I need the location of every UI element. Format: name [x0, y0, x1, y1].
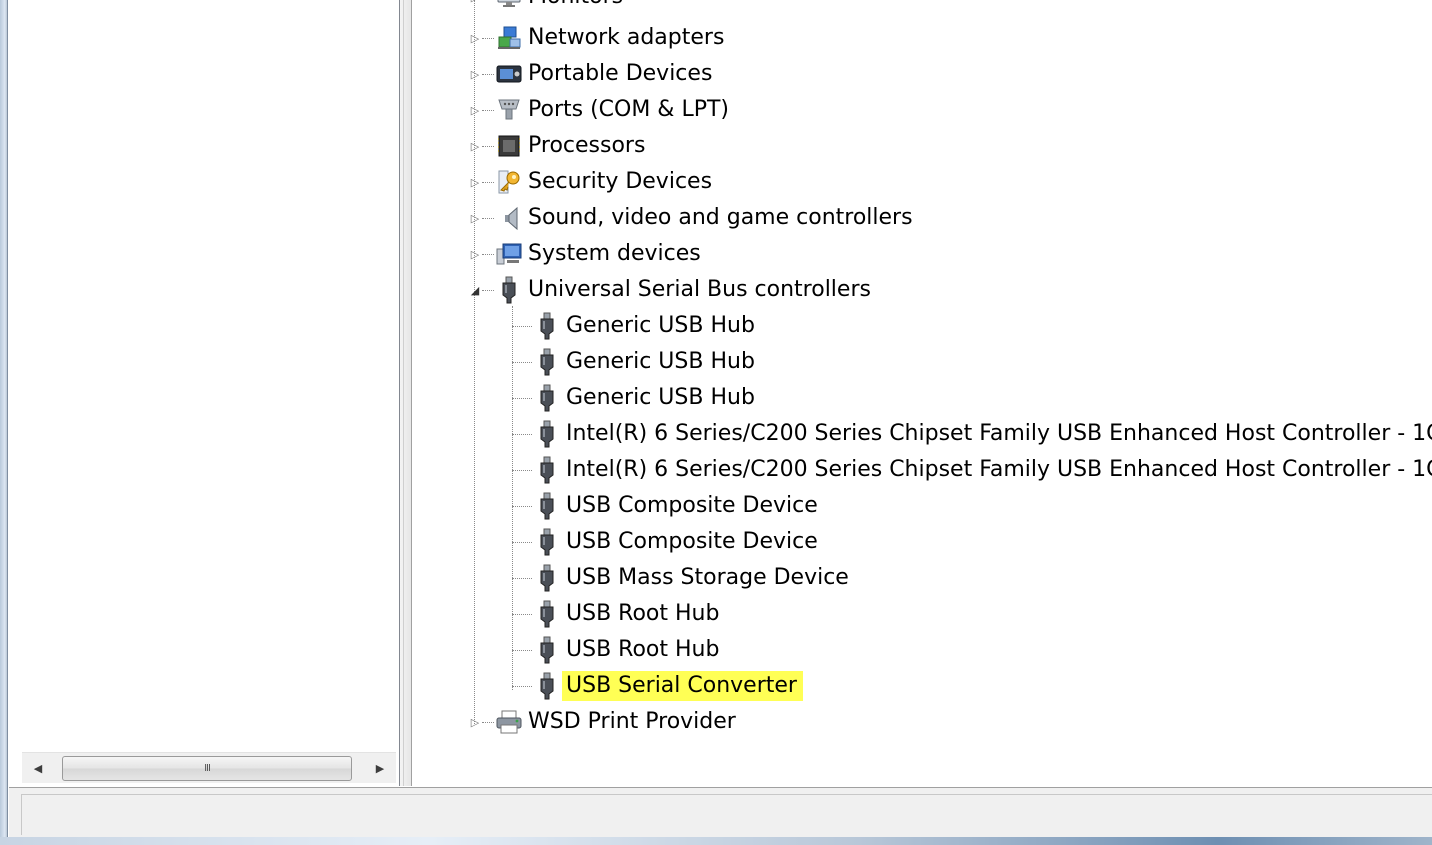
usb-plug-icon — [532, 563, 562, 593]
usb-plug-icon — [532, 311, 562, 341]
tree-item-ports[interactable]: ▷ Ports (COM & LPT) — [468, 93, 735, 127]
expand-arrow-icon[interactable]: ▷ — [468, 31, 482, 45]
usb-plug-icon — [532, 491, 562, 521]
horizontal-scrollbar[interactable]: ◀ III ▶ — [22, 752, 396, 783]
expand-arrow-icon[interactable]: ▷ — [468, 175, 482, 189]
usb-plug-icon — [532, 527, 562, 557]
usb-device-item[interactable]: USB Composite Device — [512, 489, 824, 523]
tree-item-usb-controllers[interactable]: ◢ Universal Serial Bus controllers — [468, 273, 877, 307]
usb-plug-icon — [494, 275, 524, 305]
expand-arrow-icon[interactable]: ▷ — [468, 247, 482, 261]
usb-device-item[interactable]: Generic USB Hub — [512, 345, 761, 379]
tree-item-monitors[interactable]: ▷ Monitors — [468, 0, 629, 14]
expand-arrow-icon[interactable]: ▷ — [468, 0, 482, 4]
printer-icon — [494, 707, 524, 737]
console-tree-pane[interactable] — [9, 0, 400, 786]
tree-item-label: Ports (COM & LPT) — [528, 97, 729, 122]
usb-device-item[interactable]: USB Root Hub — [512, 633, 725, 667]
processor-icon — [494, 131, 524, 161]
window-frame-bottom — [0, 837, 1432, 845]
device-tree[interactable]: ▷ Monitors ▷ Network adapters ▷ Portable… — [412, 0, 1432, 786]
tree-item-label: Monitors — [524, 0, 629, 12]
usb-device-item[interactable]: Intel(R) 6 Series/C200 Series Chipset Fa… — [512, 417, 1432, 451]
usb-plug-icon — [532, 671, 562, 701]
usb-plug-icon — [532, 419, 562, 449]
expand-arrow-icon[interactable]: ▷ — [468, 211, 482, 225]
usb-device-label: USB Composite Device — [566, 529, 818, 554]
port-icon — [494, 95, 524, 125]
portable-device-icon — [494, 59, 524, 89]
scroll-thumb[interactable]: III — [62, 756, 352, 781]
usb-device-item[interactable]: Generic USB Hub — [512, 381, 761, 415]
window-frame-left — [0, 0, 8, 845]
usb-device-label: Intel(R) 6 Series/C200 Series Chipset Fa… — [566, 421, 1432, 446]
system-device-icon — [494, 239, 524, 269]
monitor-icon — [494, 0, 524, 12]
status-bar — [9, 787, 1432, 838]
tree-item-label: Universal Serial Bus controllers — [528, 277, 871, 302]
tree-item-label: System devices — [528, 241, 701, 266]
security-key-icon — [494, 167, 524, 197]
usb-device-item[interactable]: USB Root Hub — [512, 597, 725, 631]
usb-device-label: USB Root Hub — [566, 637, 720, 662]
tree-item-processors[interactable]: ▷ Processors — [468, 129, 651, 163]
speaker-icon — [494, 203, 524, 233]
scroll-thumb-grip: III — [204, 763, 211, 774]
network-adapter-icon — [494, 23, 524, 53]
tree-item-label: WSD Print Provider — [528, 709, 736, 734]
usb-device-label: Generic USB Hub — [566, 349, 755, 374]
usb-plug-icon — [532, 599, 562, 629]
usb-plug-icon — [532, 383, 562, 413]
tree-item-sound-video-game[interactable]: ▷ Sound, video and game controllers — [468, 201, 919, 235]
usb-device-item[interactable]: USB Serial Converter — [512, 669, 803, 703]
tree-item-system-devices[interactable]: ▷ System devices — [468, 237, 707, 271]
scroll-right-arrow-icon[interactable]: ▶ — [366, 755, 394, 781]
usb-device-label: USB Mass Storage Device — [566, 565, 849, 590]
tree-item-label: Security Devices — [528, 169, 713, 194]
tree-item-label: Portable Devices — [528, 61, 713, 86]
tree-item-label: Processors — [528, 133, 646, 158]
usb-device-label: Generic USB Hub — [566, 313, 755, 338]
usb-device-label: Generic USB Hub — [566, 385, 755, 410]
usb-plug-icon — [532, 635, 562, 665]
tree-item-security-devices[interactable]: ▷ Security Devices — [468, 165, 718, 199]
usb-device-item[interactable]: Generic USB Hub — [512, 309, 761, 343]
tree-item-network-adapters[interactable]: ▷ Network adapters — [468, 21, 730, 55]
collapse-arrow-icon[interactable]: ◢ — [468, 283, 482, 297]
usb-plug-icon — [532, 347, 562, 377]
usb-device-label: USB Composite Device — [566, 493, 818, 518]
usb-device-item[interactable]: USB Composite Device — [512, 525, 824, 559]
tree-item-wsd-print-provider[interactable]: ▷ WSD Print Provider — [468, 705, 742, 739]
tree-item-label: Sound, video and game controllers — [528, 205, 913, 230]
expand-arrow-icon[interactable]: ▷ — [468, 139, 482, 153]
usb-plug-icon — [532, 455, 562, 485]
scroll-left-arrow-icon[interactable]: ◀ — [24, 755, 52, 781]
usb-device-label: USB Serial Converter — [562, 671, 803, 701]
pane-splitter[interactable] — [400, 0, 412, 786]
usb-device-item[interactable]: USB Mass Storage Device — [512, 561, 855, 595]
tree-item-portable-devices[interactable]: ▷ Portable Devices — [468, 57, 718, 91]
usb-device-label: Intel(R) 6 Series/C200 Series Chipset Fa… — [566, 457, 1432, 482]
expand-arrow-icon[interactable]: ▷ — [468, 67, 482, 81]
usb-device-label: USB Root Hub — [566, 601, 720, 626]
usb-device-item[interactable]: Intel(R) 6 Series/C200 Series Chipset Fa… — [512, 453, 1432, 487]
tree-item-label: Network adapters — [528, 25, 725, 50]
expand-arrow-icon[interactable]: ▷ — [468, 103, 482, 117]
expand-arrow-icon[interactable]: ▷ — [468, 715, 482, 729]
